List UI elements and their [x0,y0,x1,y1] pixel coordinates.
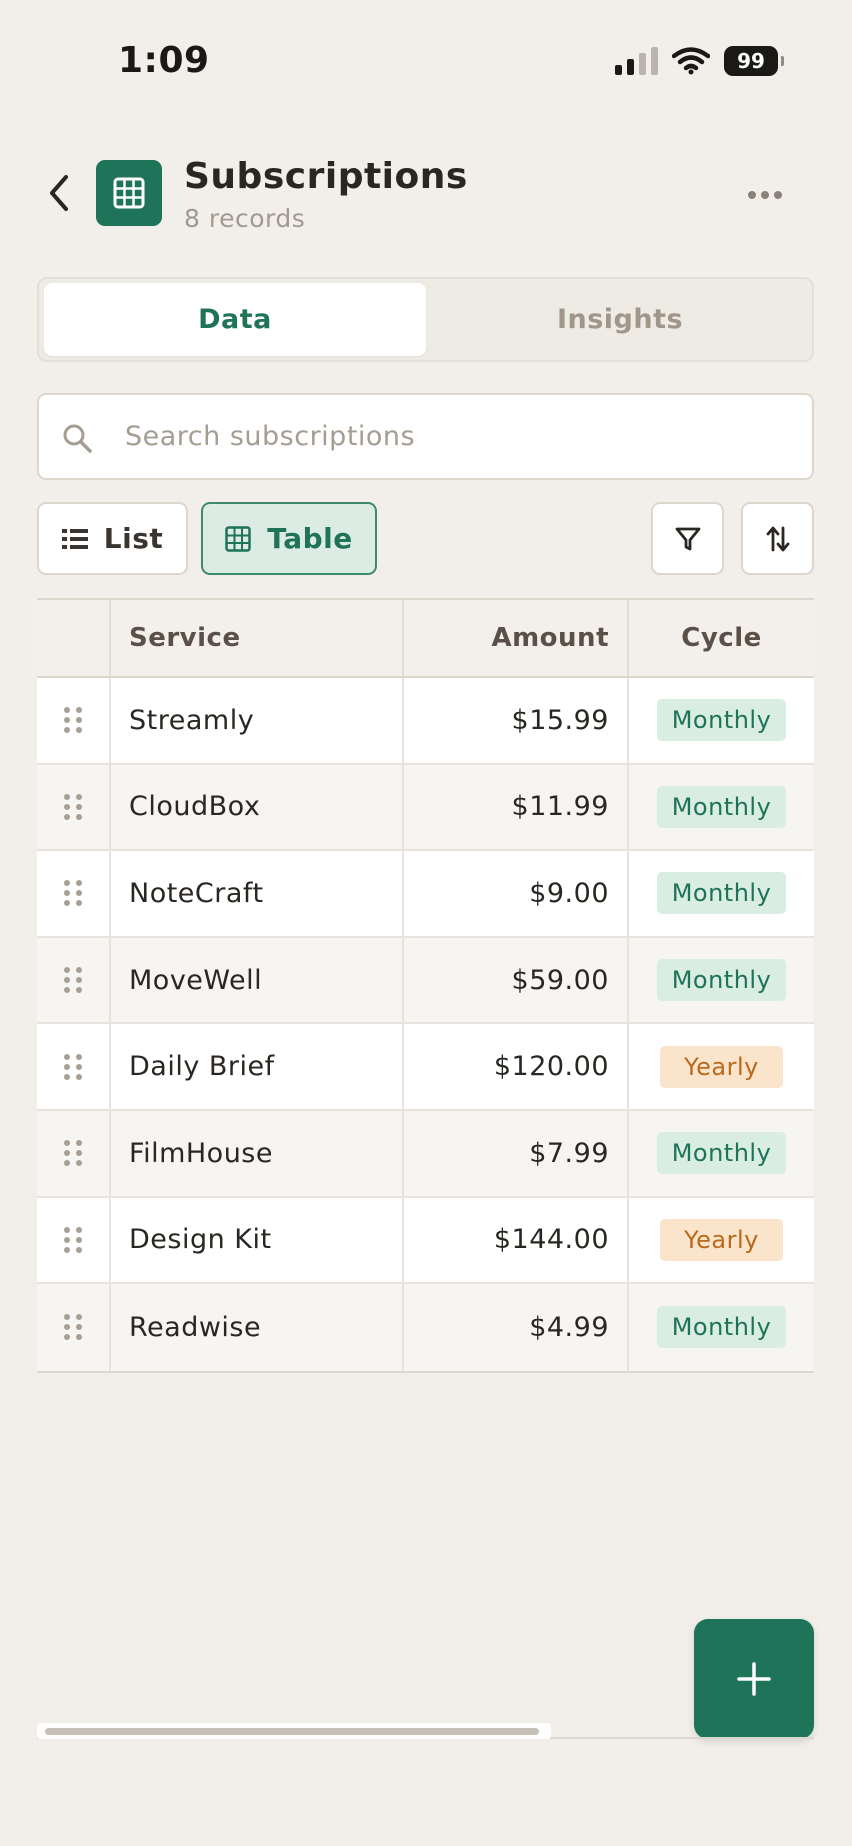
amount-cell[interactable]: $9.00 [404,851,629,936]
table-row[interactable]: CloudBox $11.99 Monthly [37,764,814,852]
cycle-badge: Yearly [660,1045,783,1088]
search-input[interactable] [125,395,785,478]
amount-cell[interactable]: $120.00 [404,1024,629,1109]
cycle-badge: Yearly [660,1218,783,1261]
service-cell[interactable]: FilmHouse [111,1110,404,1196]
table-row[interactable]: Daily Brief $120.00 Yearly [37,1024,814,1111]
table-view-button[interactable]: Table [201,502,377,575]
tab-insights[interactable]: Insights [429,283,811,356]
chevron-left-icon [50,175,68,211]
status-bar: 1:09 99 [0,0,852,120]
battery-indicator: 99 [724,46,784,76]
list-view-button[interactable]: List [37,502,188,575]
wifi-icon [672,47,710,75]
cycle-cell[interactable]: Monthly [629,938,814,1023]
table-view-label: Table [267,522,353,555]
cellular-signal-icon [615,47,658,75]
column-header-service[interactable]: Service [111,600,404,676]
drag-handle-icon[interactable] [37,1110,111,1196]
service-cell[interactable]: MoveWell [111,937,404,1023]
amount-cell[interactable]: $11.99 [404,764,629,850]
list-view-label: List [103,522,164,555]
table-row[interactable]: Readwise $4.99 Monthly [37,1284,814,1371]
list-icon [61,528,88,549]
service-cell[interactable]: Streamly [111,678,404,763]
table-row[interactable]: MoveWell $59.00 Monthly [37,937,814,1025]
subscriptions-table: Service Amount Cycle Streamly $15.99 Month… [37,598,814,1373]
cycle-cell[interactable]: Yearly [629,1024,814,1109]
cycle-badge: Monthly [656,699,787,742]
cycle-badge: Monthly [656,1306,787,1349]
search-icon [63,424,92,453]
table-row[interactable]: NoteCraft $9.00 Monthly [37,851,814,938]
table-body: Streamly $15.99 Monthly CloudBox $11.99 Month… [37,678,814,1371]
drag-handle-icon[interactable] [37,1024,111,1109]
table-row[interactable]: Streamly $15.99 Monthly [37,678,814,765]
amount-cell[interactable]: $15.99 [404,678,629,763]
cycle-cell[interactable]: Monthly [629,678,814,763]
cycle-cell[interactable]: Monthly [629,1111,814,1196]
page-title: Subscriptions [184,156,468,197]
drag-handle-icon[interactable] [37,1197,111,1283]
search-bar [37,393,814,480]
cycle-badge: Monthly [656,872,787,915]
amount-cell[interactable]: $59.00 [404,937,629,1023]
back-button[interactable] [36,170,82,216]
add-record-button[interactable] [694,1619,814,1739]
table-row[interactable]: Design Kit $144.00 Yearly [37,1197,814,1285]
service-cell[interactable]: CloudBox [111,764,404,850]
record-count: 8 records [184,204,306,233]
service-cell[interactable]: Daily Brief [111,1024,404,1109]
amount-cell[interactable]: $7.99 [404,1110,629,1196]
cycle-badge: Monthly [656,1132,787,1175]
service-cell[interactable]: NoteCraft [111,851,404,936]
drag-column-header [37,600,111,676]
sort-button[interactable] [741,502,814,575]
view-tabs: Data Insights [37,277,814,362]
cycle-cell[interactable]: Monthly [629,765,814,850]
cycle-badge: Monthly [656,785,787,828]
cycle-cell[interactable]: Yearly [629,1198,814,1283]
amount-cell[interactable]: $144.00 [404,1197,629,1283]
horizontal-scrollbar[interactable] [37,1723,551,1739]
drag-handle-icon[interactable] [37,764,111,850]
tab-data[interactable]: Data [44,283,426,356]
plus-icon [737,1662,771,1696]
cycle-cell[interactable]: Monthly [629,1284,814,1371]
sort-icon [766,526,789,551]
status-time: 1:09 [118,40,210,81]
drag-handle-icon[interactable] [37,1284,111,1371]
more-options-button[interactable] [740,180,790,210]
header: Subscriptions 8 records [0,150,852,250]
status-icons: 99 [615,46,784,76]
drag-handle-icon[interactable] [37,937,111,1023]
service-cell[interactable]: Design Kit [111,1197,404,1283]
cycle-badge: Monthly [656,959,787,1002]
drag-handle-icon[interactable] [37,851,111,936]
drag-handle-icon[interactable] [37,678,111,763]
table-grid-icon [96,160,162,226]
table-row[interactable]: FilmHouse $7.99 Monthly [37,1110,814,1198]
service-cell[interactable]: Readwise [111,1284,404,1371]
filter-button[interactable] [651,502,724,575]
more-dots-icon [748,191,756,199]
table-header: Service Amount Cycle [37,600,814,678]
filter-icon [675,527,700,550]
table-icon [225,525,251,552]
column-header-amount[interactable]: Amount [404,600,629,676]
amount-cell[interactable]: $4.99 [404,1284,629,1371]
column-header-cycle[interactable]: Cycle [629,600,814,676]
cycle-cell[interactable]: Monthly [629,851,814,936]
